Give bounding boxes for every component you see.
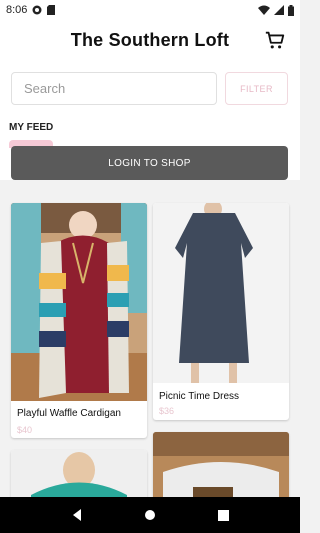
product-card[interactable]: Playful Waffle Cardigan $40 <box>11 203 147 438</box>
cell-signal-icon <box>274 5 284 15</box>
wifi-icon <box>258 5 270 15</box>
home-icon[interactable] <box>144 509 156 521</box>
status-left: 8:06 <box>6 4 56 16</box>
recents-icon[interactable] <box>218 509 230 521</box>
filter-button[interactable]: FILTER <box>225 72 288 105</box>
search-input[interactable]: Search <box>11 72 217 105</box>
product-image <box>153 203 289 383</box>
app-header: The Southern Loft <box>0 20 300 60</box>
shopping-cart-icon[interactable] <box>264 29 286 51</box>
product-name: Picnic Time Dress <box>159 391 240 402</box>
my-feed-label: MY FEED <box>9 122 54 133</box>
product-image <box>11 203 147 401</box>
product-card[interactable]: Picnic Time Dress $36 <box>153 203 289 420</box>
system-nav-bar <box>0 497 300 533</box>
sim-icon <box>47 5 56 15</box>
product-price: $36 <box>159 406 175 416</box>
back-icon[interactable] <box>71 509 83 521</box>
app-title: The Southern Loft <box>70 29 230 50</box>
battery-icon <box>288 4 294 16</box>
product-name: Playful Waffle Cardigan <box>17 408 121 419</box>
product-price: $40 <box>17 425 33 435</box>
login-to-shop-button[interactable]: LOGIN TO SHOP <box>11 146 288 180</box>
status-bar: 8:06 <box>0 0 300 20</box>
status-right <box>258 4 294 16</box>
status-time: 8:06 <box>6 4 28 16</box>
search-section: Search FILTER MY FEED LOGIN TO SHOP <box>0 60 300 180</box>
sync-icon <box>32 5 42 15</box>
